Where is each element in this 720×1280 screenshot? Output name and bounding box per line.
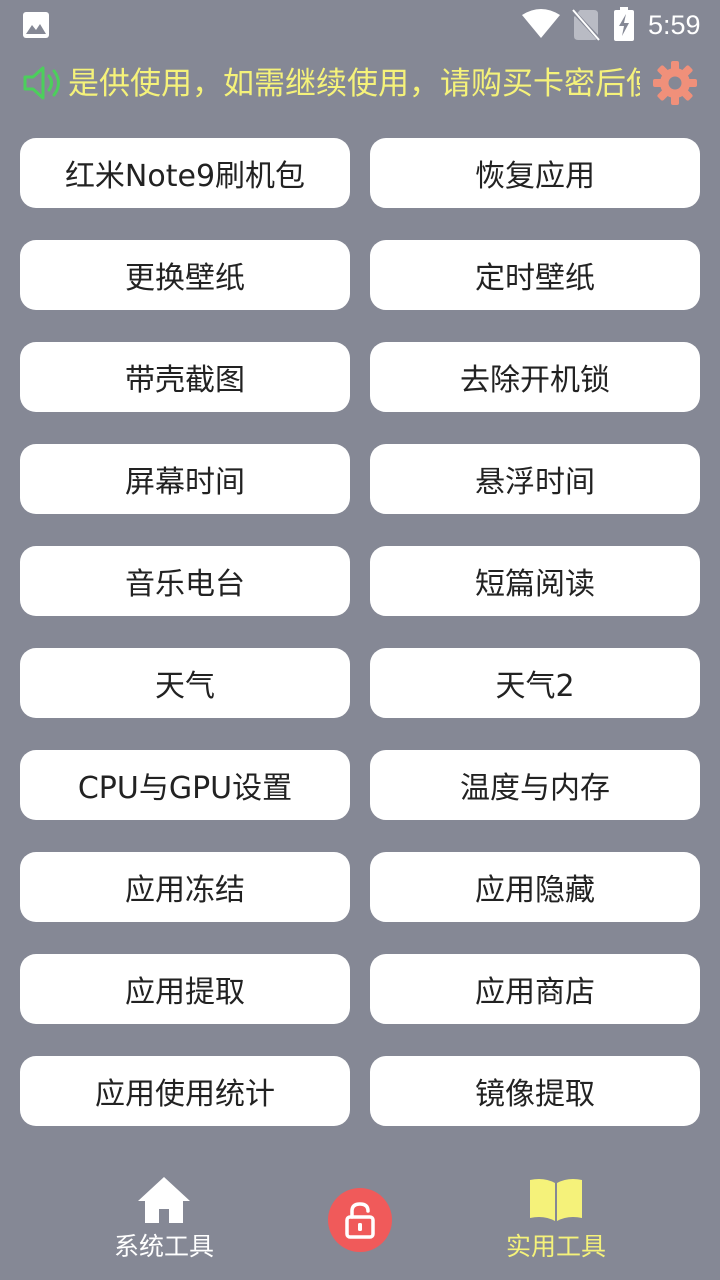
weather2-button[interactable]: 天气2 xyxy=(370,648,700,718)
change-wallpaper-button[interactable]: 更换壁纸 xyxy=(20,240,350,310)
app-usage-stats-button[interactable]: 应用使用统计 xyxy=(20,1056,350,1126)
gear-icon[interactable] xyxy=(652,60,698,106)
speaker-icon xyxy=(23,66,60,100)
cpu-gpu-settings-button[interactable]: CPU与GPU设置 xyxy=(20,750,350,820)
music-radio-button[interactable]: 音乐电台 xyxy=(20,546,350,616)
nav-practical-tools[interactable]: 实用工具 xyxy=(476,1174,636,1274)
app-store-button[interactable]: 应用商店 xyxy=(370,954,700,1024)
app-extract-button[interactable]: 应用提取 xyxy=(20,954,350,1024)
lock-button[interactable] xyxy=(328,1188,392,1252)
short-reading-button[interactable]: 短篇阅读 xyxy=(370,546,700,616)
floating-time-button[interactable]: 悬浮时间 xyxy=(370,444,700,514)
app-freeze-button[interactable]: 应用冻结 xyxy=(20,852,350,922)
home-icon xyxy=(138,1177,190,1223)
lock-icon xyxy=(345,1202,375,1239)
screen-time-button[interactable]: 屏幕时间 xyxy=(20,444,350,514)
app-hide-button[interactable]: 应用隐藏 xyxy=(370,852,700,922)
redmi-note9-flash-button[interactable]: 红米Note9刷机包 xyxy=(20,138,350,208)
bottom-nav: 系统工具 实用工具 xyxy=(0,1160,720,1280)
gallery-icon xyxy=(23,12,49,38)
announcement-text: 是供使用，如需继续使用，请购买卡密后使用 xyxy=(68,66,640,102)
wifi-icon xyxy=(522,9,560,38)
weather-button[interactable]: 天气 xyxy=(20,648,350,718)
nav-system-tools[interactable]: 系统工具 xyxy=(84,1174,244,1274)
announcement-bar: 是供使用，如需继续使用，请购买卡密后使用 xyxy=(0,56,720,112)
no-sim-icon xyxy=(572,9,600,41)
temperature-memory-button[interactable]: 温度与内存 xyxy=(370,750,700,820)
timed-wallpaper-button[interactable]: 定时壁纸 xyxy=(370,240,700,310)
status-bar: 5:59 xyxy=(0,0,720,50)
tool-grid: 红米Note9刷机包 恢复应用 更换壁纸 定时壁纸 带壳截图 去除开机锁 屏幕时… xyxy=(20,138,700,1126)
status-clock: 5:59 xyxy=(648,10,701,40)
remove-boot-lock-button[interactable]: 去除开机锁 xyxy=(370,342,700,412)
book-icon xyxy=(530,1179,582,1221)
battery-charging-icon xyxy=(614,7,634,41)
restore-app-button[interactable]: 恢复应用 xyxy=(370,138,700,208)
nav-system-tools-label: 系统工具 xyxy=(113,1232,214,1261)
nav-practical-tools-label: 实用工具 xyxy=(505,1232,606,1261)
image-extract-button[interactable]: 镜像提取 xyxy=(370,1056,700,1126)
framed-screenshot-button[interactable]: 带壳截图 xyxy=(20,342,350,412)
